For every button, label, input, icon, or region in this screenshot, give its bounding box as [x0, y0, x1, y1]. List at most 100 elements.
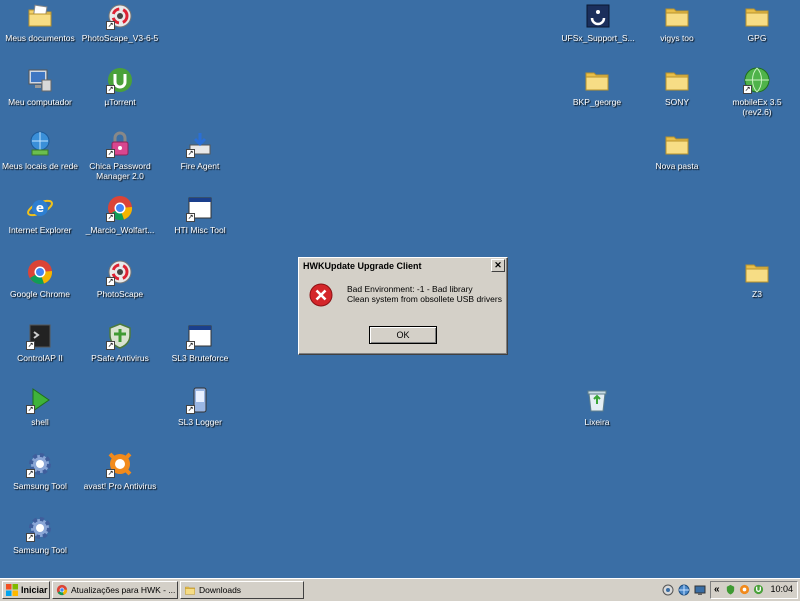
desktop-icon-photoscape[interactable]: ↗ PhotoScape: [80, 256, 160, 316]
shortcut-arrow-icon: ↗: [106, 85, 115, 94]
error-icon: [309, 283, 333, 307]
avast-icon[interactable]: [739, 584, 750, 595]
avast-icon: ↗: [106, 450, 134, 478]
desktop-icon-bkp-george[interactable]: BKP_george: [557, 64, 637, 124]
start-label: Iniciar: [21, 585, 48, 595]
icon-label: Samsung Tool: [13, 481, 67, 491]
dialog-message: Bad Environment: -1 - Bad library Clean …: [347, 284, 503, 304]
desktop-icon-ufsx-support[interactable]: UFSx_Support_S...: [558, 0, 638, 60]
recycle-bin-icon: [583, 386, 611, 414]
app-window-icon: ↗: [186, 194, 214, 222]
desktop-icon-meus-documentos[interactable]: Meus documentos: [0, 0, 80, 60]
desktop-icon-vigys-too[interactable]: vigys too: [637, 0, 717, 60]
folder-icon: [663, 66, 691, 94]
desktop-icon-samsung-tool-2[interactable]: ↗ Samsung Tool: [0, 512, 80, 572]
terminal-icon: ↗: [26, 322, 54, 350]
shortcut-arrow-icon: ↗: [106, 213, 115, 222]
icon-label: GPG: [747, 33, 767, 43]
icon-label: µTorrent: [104, 97, 136, 107]
download-icon: ↗: [186, 130, 214, 158]
taskbar-button-downloads[interactable]: Downloads: [180, 581, 304, 599]
desktop-icon-lixeira[interactable]: Lixeira: [557, 384, 637, 444]
ufs-icon: [584, 2, 612, 30]
icon-label: Fire Agent: [180, 161, 220, 171]
desktop-icon-internet-explorer[interactable]: e Internet Explorer: [0, 192, 80, 252]
desktop-icon-chica-password[interactable]: ↗ Chica Password Manager 2.0: [80, 128, 160, 188]
desktop-icon-psafe[interactable]: ↗ PSafe Antivirus: [80, 320, 160, 380]
shortcut-arrow-icon: ↗: [186, 213, 195, 222]
desktop-icon-google-chrome[interactable]: Google Chrome: [0, 256, 80, 316]
network-status-icon[interactable]: [662, 584, 674, 596]
dialog-title: HWKUpdate Upgrade Client: [301, 260, 505, 273]
desktop-icon-hti-misc-tool[interactable]: ↗ HTI Misc Tool: [160, 192, 240, 252]
icon-label: vigys too: [660, 33, 694, 43]
taskbar: Iniciar Atualizações para HWK - ... Down…: [0, 578, 800, 601]
photoscape-icon: ↗: [106, 2, 134, 30]
desktop-icon-sl3-bruteforce[interactable]: ↗ SL3 Bruteforce: [160, 320, 240, 380]
folder-icon: [663, 2, 691, 30]
shortcut-arrow-icon: ↗: [26, 405, 35, 414]
desktop-icon-shell[interactable]: ↗ shell: [0, 384, 80, 444]
shortcut-arrow-icon: ↗: [26, 469, 35, 478]
icon-label: mobileEx 3.5 (rev2.6): [732, 97, 782, 117]
ie-icon: e: [26, 194, 54, 222]
folder-icon: [583, 66, 611, 94]
photoscape-icon: ↗: [106, 258, 134, 286]
icon-label: Internet Explorer: [8, 225, 72, 235]
computer-icon: [26, 66, 54, 94]
desktop-icon-small[interactable]: [694, 584, 706, 596]
desktop-icon-meu-computador[interactable]: Meu computador: [0, 64, 80, 124]
icon-label: Samsung Tool: [13, 545, 67, 555]
dialog-message-line1: Bad Environment: -1 - Bad library: [347, 284, 473, 294]
icon-label: ControlAP II: [17, 353, 63, 363]
shortcut-arrow-icon: ↗: [106, 469, 115, 478]
shortcut-arrow-icon: ↗: [106, 21, 115, 30]
shortcut-arrow-icon: ↗: [186, 405, 195, 414]
desktop-icon-photoscape-v3[interactable]: ↗ PhotoScape_V3-6-5: [80, 0, 160, 60]
folder-icon: [743, 2, 771, 30]
icon-label: Meus documentos: [5, 33, 75, 43]
utorrent-icon[interactable]: [753, 584, 764, 595]
icon-label: Chica Password Manager 2.0: [89, 161, 151, 181]
start-button[interactable]: Iniciar: [2, 581, 50, 599]
desktop-icon-meus-locais-de-rede[interactable]: Meus locais de rede: [0, 128, 80, 188]
icon-label: PhotoScape: [96, 289, 144, 299]
shield-icon: ↗: [106, 322, 134, 350]
desktop-icon-gpg[interactable]: GPG: [717, 0, 797, 60]
ok-button[interactable]: OK: [369, 326, 437, 344]
desktop-icon-marcio-wolfart[interactable]: ↗ _Marcio_Wolfart...: [80, 192, 160, 252]
chrome-icon: [56, 584, 68, 596]
desktop-icon-samsung-tool[interactable]: ↗ Samsung Tool: [0, 448, 80, 508]
windows-flag-icon: [6, 584, 18, 596]
desktop-icon-mobileex[interactable]: ↗ mobileEx 3.5 (rev2.6): [717, 64, 797, 124]
tray-expand-button[interactable]: «: [714, 584, 720, 595]
lock-icon: ↗: [106, 130, 134, 158]
desktop-icon-sl3-logger[interactable]: ↗ SL3 Logger: [160, 384, 240, 444]
desktop-icon-avast[interactable]: ↗ avast! Pro Antivirus: [80, 448, 160, 508]
shortcut-arrow-icon: ↗: [106, 149, 115, 158]
globe-icon[interactable]: [678, 584, 690, 596]
desktop-icon-fire-agent[interactable]: ↗ Fire Agent: [160, 128, 240, 188]
shortcut-arrow-icon: ↗: [186, 149, 195, 158]
shield-icon[interactable]: [725, 584, 736, 595]
desktop-icon-sony[interactable]: SONY: [637, 64, 717, 124]
desktop-icon-nova-pasta[interactable]: Nova pasta: [637, 128, 717, 188]
app-window-icon: ↗: [186, 322, 214, 350]
desktop-icon-z3[interactable]: Z3: [717, 256, 797, 316]
error-dialog: HWKUpdate Upgrade Client ✕ Bad Environme…: [298, 257, 508, 355]
icon-label: shell: [31, 417, 49, 427]
gear-icon: ↗: [26, 514, 54, 542]
gear-icon: ↗: [26, 450, 54, 478]
icon-label: Z3: [752, 289, 762, 299]
folder-icon: [743, 258, 771, 286]
phone-icon: ↗: [186, 386, 214, 414]
desktop-icon-utorrent[interactable]: ↗ µTorrent: [80, 64, 160, 124]
dialog-close-button[interactable]: ✕: [491, 259, 505, 272]
taskbar-button-label: Atualizações para HWK - ...: [71, 585, 176, 595]
shortcut-arrow-icon: ↗: [106, 277, 115, 286]
folder-icon: [185, 586, 195, 595]
taskbar-button-chrome[interactable]: Atualizações para HWK - ...: [52, 581, 178, 599]
icon-label: Lixeira: [584, 417, 610, 427]
icon-label: UFSx_Support_S...: [561, 33, 635, 43]
desktop-icon-controlap[interactable]: ↗ ControlAP II: [0, 320, 80, 380]
